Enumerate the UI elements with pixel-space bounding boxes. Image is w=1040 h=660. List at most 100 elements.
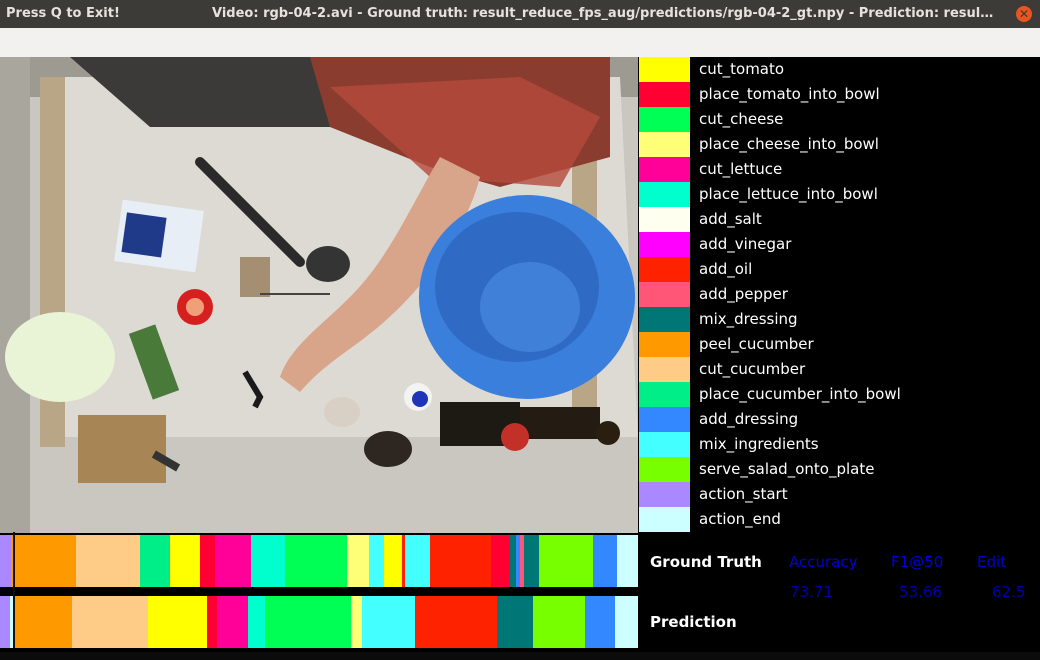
segment-cut-cheese: [265, 596, 351, 648]
legend-label: action_start: [699, 485, 788, 503]
segment-cut-lettuce: [217, 596, 248, 648]
legend-label: mix_ingredients: [699, 435, 819, 453]
legend-item: mix_ingredients: [639, 432, 1040, 457]
segment-peel-cucumber: [11, 535, 76, 587]
segment-action-start: [0, 596, 10, 648]
legend-item: place_lettuce_into_bowl: [639, 182, 1040, 207]
segment-place-tomato-into-bowl: [200, 535, 215, 587]
legend-item: add_dressing: [639, 407, 1040, 432]
legend-swatch: [639, 257, 690, 282]
bottom-strip: [0, 652, 1040, 660]
legend-swatch: [639, 57, 690, 82]
f1-header: F1@50: [891, 553, 944, 571]
legend-label: place_tomato_into_bowl: [699, 85, 880, 103]
accuracy-value: 73.71: [790, 583, 833, 601]
video-frame: [0, 57, 638, 533]
legend-item: cut_tomato: [639, 57, 1040, 82]
legend-item: add_oil: [639, 257, 1040, 282]
prediction-bar: [0, 596, 638, 648]
legend-item: place_tomato_into_bowl: [639, 82, 1040, 107]
segment-mix-ingredients: [405, 535, 430, 587]
legend-label: cut_cucumber: [699, 360, 806, 378]
legend-item: peel_cucumber: [639, 332, 1040, 357]
legend-swatch: [639, 407, 690, 432]
legend-item: add_pepper: [639, 282, 1040, 307]
legend-label: action_end: [699, 510, 781, 528]
legend-swatch: [639, 382, 690, 407]
f1-value: 53.66: [899, 583, 942, 601]
legend-item: cut_lettuce: [639, 157, 1040, 182]
segment-cut-tomato: [384, 535, 402, 587]
legend-label: cut_tomato: [699, 60, 785, 78]
segment-place-lettuce-into-bowl: [248, 596, 265, 648]
legend-swatch: [639, 157, 690, 182]
exit-hint: Press Q to Exit!: [6, 6, 120, 21]
segment-cut-cucumber: [76, 535, 140, 587]
close-icon[interactable]: ✕: [1016, 6, 1032, 22]
action-legend: cut_tomato place_tomato_into_bowl cut_chee…: [639, 57, 1040, 533]
segment-serve-salad-onto-plate: [539, 535, 593, 587]
legend-item: serve_salad_onto_plate: [639, 457, 1040, 482]
legend-swatch: [639, 507, 690, 532]
video-frame-image: [0, 57, 638, 533]
segment-mix-dressing: [497, 596, 533, 648]
legend-swatch: [639, 307, 690, 332]
segment-mix-ingredients: [362, 596, 415, 648]
legend-label: add_dressing: [699, 410, 799, 428]
legend-item: place_cheese_into_bowl: [639, 132, 1040, 157]
edit-value: 62.5: [992, 583, 1026, 601]
legend-item: add_salt: [639, 207, 1040, 232]
segment-action-start: [0, 535, 11, 587]
segment-place-cucumber-into-bowl: [140, 535, 170, 587]
segment-add-dressing: [585, 596, 615, 648]
segment-serve-salad-onto-plate: [533, 596, 585, 648]
legend-label: place_cheese_into_bowl: [699, 135, 879, 153]
segment-place-lettuce-into-bowl: [251, 535, 285, 587]
segment-mix-ingredients: [369, 535, 384, 587]
window-toolbar: [0, 28, 1040, 58]
playhead-marker: [13, 532, 15, 648]
prediction-label: Prediction: [650, 613, 737, 631]
legend-label: cut_lettuce: [699, 160, 783, 178]
legend-item: action_end: [639, 507, 1040, 532]
segment-cut-cheese: [285, 535, 347, 587]
legend-label: peel_cucumber: [699, 335, 814, 353]
segment-cut-tomato: [170, 535, 200, 587]
legend-label: add_pepper: [699, 285, 788, 303]
legend-label: add_oil: [699, 260, 753, 278]
segment-place-tomato-into-bowl: [491, 535, 509, 587]
ground-truth-bar: [0, 535, 638, 587]
segment-place-tomato-into-bowl: [207, 596, 217, 648]
metrics-panel: Ground Truth Accuracy F1@50 Edit 73.71 5…: [640, 535, 1040, 660]
legend-item: cut_cheese: [639, 107, 1040, 132]
legend-swatch: [639, 207, 690, 232]
segment-peel-cucumber: [14, 596, 72, 648]
legend-label: mix_dressing: [699, 310, 798, 328]
segment-add-oil: [415, 596, 497, 648]
legend-swatch: [639, 107, 690, 132]
legend-swatch: [639, 332, 690, 357]
window-title: Video: rgb-04-2.avi - Ground truth: resu…: [212, 6, 996, 21]
legend-label: cut_cheese: [699, 110, 784, 128]
window-titlebar: Press Q to Exit! Video: rgb-04-2.avi - G…: [0, 0, 1040, 28]
legend-swatch: [639, 232, 690, 257]
legend-label: add_vinegar: [699, 235, 792, 253]
segment-place-cheese-into-bowl: [351, 596, 362, 648]
legend-label: place_cucumber_into_bowl: [699, 385, 901, 403]
legend-swatch: [639, 457, 690, 482]
legend-swatch: [639, 182, 690, 207]
legend-item: action_start: [639, 482, 1040, 507]
legend-label: add_salt: [699, 210, 762, 228]
legend-swatch: [639, 82, 690, 107]
segment-place-cheese-into-bowl: [347, 535, 369, 587]
legend-label: serve_salad_onto_plate: [699, 460, 875, 478]
legend-item: add_vinegar: [639, 232, 1040, 257]
legend-label: place_lettuce_into_bowl: [699, 185, 878, 203]
legend-item: cut_cucumber: [639, 357, 1040, 382]
segment-mix-dressing: [509, 535, 516, 587]
legend-swatch: [639, 482, 690, 507]
segment-cut-cucumber: [72, 596, 148, 648]
edit-header: Edit: [977, 553, 1007, 571]
legend-swatch: [639, 432, 690, 457]
segment-mix-dressing: [524, 535, 539, 587]
